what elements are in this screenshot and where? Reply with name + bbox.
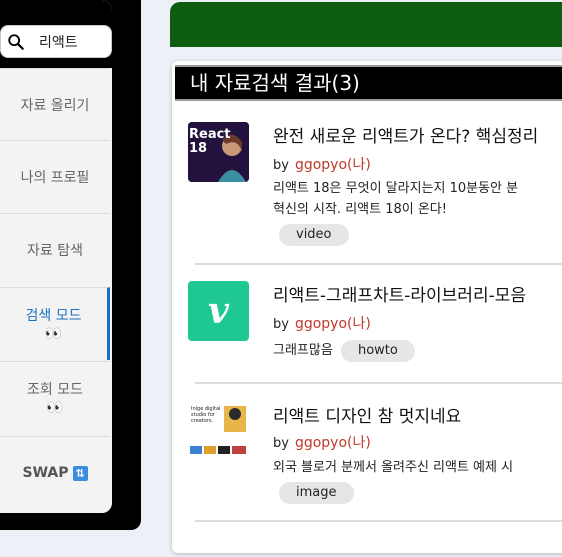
- by-label: by: [273, 158, 289, 173]
- sidebar-item-swap[interactable]: SWAP ⇅: [0, 436, 110, 509]
- author-link[interactable]: ggopyo(나): [295, 316, 371, 332]
- description-line: 외국 블로거 분께서 올려주신 리액트 예제 시: [273, 460, 514, 475]
- divider: [195, 263, 562, 265]
- result-byline: by ggopyo(나): [273, 154, 371, 174]
- tag-row: image: [279, 482, 354, 504]
- swap-icon: ⇅: [72, 465, 88, 481]
- sidebar-item-label: 자료 올리기: [20, 98, 90, 114]
- search-box[interactable]: [0, 25, 112, 58]
- description-line: 그래프많음: [273, 343, 333, 358]
- sidebar-item-label: 검색 모드: [25, 308, 82, 324]
- result-byline: by ggopyo(나): [273, 313, 371, 333]
- result-title[interactable]: 완전 새로운 리액트가 온다? 핵심정리: [273, 122, 538, 147]
- eyes-icon: 👀: [44, 326, 63, 342]
- result-thumbnail[interactable]: React 18: [188, 122, 249, 182]
- sidebar-item-explore[interactable]: 자료 탐색: [0, 213, 110, 286]
- tag-badge[interactable]: image: [279, 482, 354, 504]
- divider: [195, 382, 562, 384]
- author-link[interactable]: ggopyo(나): [295, 157, 371, 173]
- results-card: 내 자료검색 결과(3) React 18 완전 새로운 리액트가 온다? 핵심…: [172, 61, 562, 553]
- sidebar-item-label: 조회 모드: [27, 382, 83, 398]
- result-description: 외국 블로거 분께서 올려주신 리액트 예제 시: [273, 457, 513, 478]
- result-item[interactable]: v 리액트-그래프차트-라이브러리-모음 by ggopyo(나) 그래프많음 h…: [188, 281, 562, 381]
- result-description: 그래프많음 howto: [273, 340, 415, 362]
- sidebar-panel: 자료 올리기 나의 프로필 자료 탐색 검색 모드 👀 조회 모드 👀 SWAP…: [0, 0, 112, 513]
- sidebar-item-label: 자료 탐색: [27, 243, 83, 259]
- sidebar-item-view-mode[interactable]: 조회 모드 👀: [0, 361, 110, 434]
- description-line: 리액트 18은 무엇이 달라지는지 10분동안 분: [273, 181, 519, 196]
- eyes-icon: 👀: [46, 400, 64, 416]
- sidebar-item-label: 나의 프로필: [20, 170, 90, 186]
- result-item[interactable]: React 18 완전 새로운 리액트가 온다? 핵심정리 by ggopyo(나…: [188, 122, 562, 257]
- sidebar-item-upload[interactable]: 자료 올리기: [0, 68, 110, 141]
- thumbnail-caption: Inlge digital studio for creators.: [191, 406, 221, 424]
- divider: [195, 520, 562, 522]
- search-input[interactable]: [29, 32, 112, 52]
- result-title[interactable]: 리액트 디자인 참 멋지네요: [273, 402, 461, 427]
- result-thumbnail[interactable]: v: [188, 281, 249, 341]
- thumbnail-caption: React 18: [189, 127, 231, 156]
- sidebar-item-label: SWAP: [22, 465, 69, 481]
- tag-badge[interactable]: howto: [340, 340, 415, 362]
- search-bar: [0, 0, 112, 68]
- sidebar-item-profile[interactable]: 나의 프로필: [0, 140, 110, 213]
- vimeo-icon: v: [208, 290, 229, 332]
- description-line: 혁신의 시작. 리액트 18이 온다!: [273, 202, 447, 217]
- top-banner: [170, 2, 562, 47]
- result-byline: by ggopyo(나): [273, 432, 371, 452]
- result-thumbnail[interactable]: Inlge digital studio for creators.: [188, 402, 249, 462]
- result-title[interactable]: 리액트-그래프차트-라이브러리-모음: [273, 281, 526, 306]
- tag-badge[interactable]: video: [279, 224, 349, 246]
- author-link[interactable]: ggopyo(나): [295, 435, 371, 451]
- tag-row: video: [279, 224, 349, 246]
- result-item[interactable]: Inlge digital studio for creators. 리액트 디…: [188, 402, 562, 512]
- by-label: by: [273, 317, 289, 332]
- results-header: 내 자료검색 결과(3): [175, 65, 562, 101]
- result-description: 리액트 18은 무엇이 달라지는지 10분동안 분 혁신의 시작. 리액트 18…: [273, 178, 518, 220]
- sidebar: 자료 올리기 나의 프로필 자료 탐색 검색 모드 👀 조회 모드 👀 SWAP…: [0, 0, 141, 530]
- search-icon[interactable]: [7, 33, 25, 51]
- by-label: by: [273, 436, 289, 451]
- sidebar-item-search-mode[interactable]: 검색 모드 👀: [0, 287, 110, 360]
